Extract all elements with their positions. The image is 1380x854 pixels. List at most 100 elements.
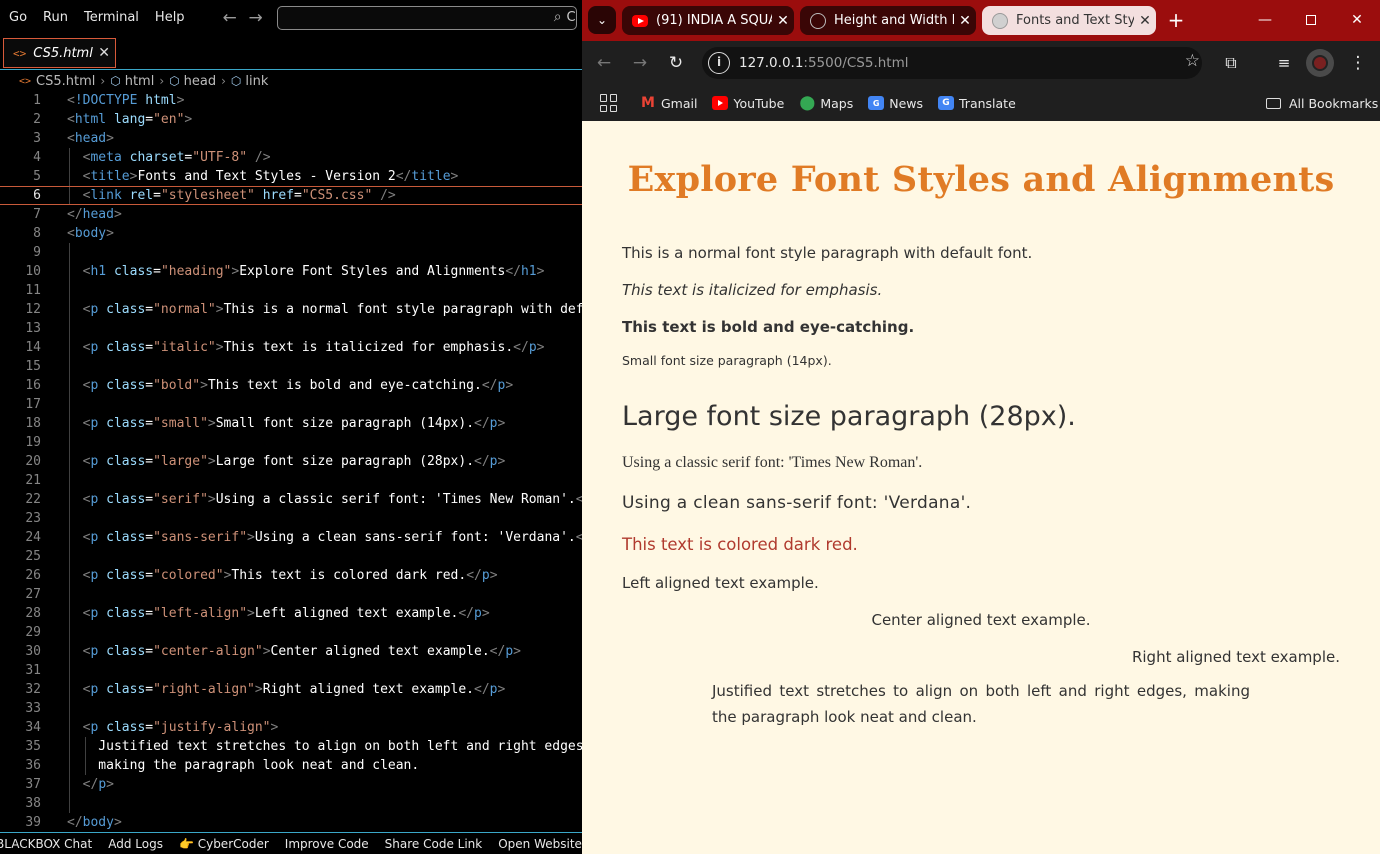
address-bar[interactable]: i 127.0.0.1:5500/CS5.html ☆ (702, 47, 1202, 79)
editor-tab-cs5-html[interactable]: <> CS5.html ✕ (3, 38, 116, 68)
paragraph-normal: This is a normal font style paragraph wi… (622, 244, 1033, 262)
code-line[interactable]: 37 </p> (0, 775, 582, 794)
html-file-icon: <> (19, 75, 32, 87)
code-line[interactable]: 12 <p class="normal">This is a normal fo… (0, 300, 582, 319)
code-line[interactable]: 17 (0, 395, 582, 414)
code-line[interactable]: 33 (0, 699, 582, 718)
bookmark-youtube[interactable]: YouTube (712, 96, 784, 111)
bookmark-news[interactable]: G News (868, 96, 923, 111)
close-tab-icon[interactable]: ✕ (954, 13, 976, 29)
code-line[interactable]: 24 <p class="sans-serif">Using a clean s… (0, 528, 582, 547)
menu-go[interactable]: Go (0, 10, 35, 25)
code-line[interactable]: 26 <p class="colored">This text is color… (0, 566, 582, 585)
status-blackbox-chat[interactable]: BLACKBOX Chat (0, 837, 100, 851)
browser-tab-height-width[interactable]: Height and Width De ✕ (800, 6, 976, 35)
tab-search-chevron-icon[interactable]: ⌄ (588, 6, 616, 34)
indent-guide (69, 319, 70, 338)
code-line[interactable]: 2 <html lang="en"> (0, 110, 582, 129)
indent-guide (69, 357, 70, 376)
code-line[interactable]: 4 <meta charset="UTF-8" /> (0, 148, 582, 167)
browser-tab-fonts-text-styles[interactable]: Fonts and Text Styles ✕ (982, 6, 1156, 35)
code-line[interactable]: 29 (0, 623, 582, 642)
back-arrow-icon[interactable]: ← (592, 51, 616, 75)
status-improve-code[interactable]: Improve Code (277, 837, 377, 851)
line-number: 1 (33, 93, 41, 108)
code-area[interactable]: 1 <!DOCTYPE html> 2 <html lang="en"> 3 <head>… (0, 91, 582, 832)
code-line[interactable]: 10 <h1 class="heading">Explore Font Styl… (0, 262, 582, 281)
code-line[interactable]: 8 <body> (0, 224, 582, 243)
close-tab-icon[interactable]: ✕ (98, 45, 110, 61)
close-tab-icon[interactable]: ✕ (772, 13, 794, 29)
code-line[interactable]: 6 <link rel="stylesheet" href="CS5.css" … (0, 186, 582, 205)
bookmark-gmail[interactable]: M Gmail (640, 95, 697, 111)
code-line[interactable]: 3 <head> (0, 129, 582, 148)
breadcrumb-item-html[interactable]: ⬡ html (110, 74, 154, 89)
close-tab-icon[interactable]: ✕ (1134, 13, 1156, 29)
code-line[interactable]: 30 <p class="center-align">Center aligne… (0, 642, 582, 661)
menu-terminal[interactable]: Terminal (76, 10, 147, 25)
code-line[interactable]: 21 (0, 471, 582, 490)
status-add-logs[interactable]: Add Logs (100, 837, 171, 851)
code-text: <p class="large">Large font size paragra… (82, 454, 506, 469)
code-line[interactable]: 15 (0, 357, 582, 376)
code-line[interactable]: 14 <p class="italic">This text is italic… (0, 338, 582, 357)
line-number: 32 (25, 682, 41, 697)
code-line[interactable]: 32 <p class="right-align">Right aligned … (0, 680, 582, 699)
code-line[interactable]: 25 (0, 547, 582, 566)
bookmark-star-icon[interactable]: ☆ (1185, 51, 1200, 71)
command-center-search[interactable]: ⌕ C (276, 5, 577, 30)
reload-icon[interactable]: ↻ (664, 51, 688, 75)
code-text: <body> (67, 226, 114, 241)
code-line[interactable]: 11 (0, 281, 582, 300)
code-line[interactable]: 5 <title>Fonts and Text Styles - Version… (0, 167, 582, 186)
browser-tab-youtube[interactable]: (91) INDIA A SQUAD ✕ (622, 6, 794, 35)
profile-avatar[interactable] (1306, 49, 1334, 77)
code-line[interactable]: 13 (0, 319, 582, 338)
bookmark-maps[interactable]: ⬤ Maps (799, 95, 853, 111)
code-line[interactable]: 23 (0, 509, 582, 528)
code-line[interactable]: 9 (0, 243, 582, 262)
code-line[interactable]: 39 </body> (0, 813, 582, 832)
code-line[interactable]: 28 <p class="left-align">Left aligned te… (0, 604, 582, 623)
code-text: <p class="justify-align"> (82, 720, 279, 735)
code-line[interactable]: 7 </head> (0, 205, 582, 224)
code-line[interactable]: 31 (0, 661, 582, 680)
close-window-icon[interactable]: ✕ (1334, 0, 1380, 41)
apps-grid-icon[interactable] (600, 94, 618, 112)
all-bookmarks[interactable]: All Bookmarks (1266, 85, 1378, 121)
bookmark-translate[interactable]: G Translate (938, 96, 1016, 111)
kebab-menu-icon[interactable]: ⋮ (1346, 51, 1370, 75)
minimize-icon[interactable]: — (1242, 0, 1288, 41)
status-cybercoder[interactable]: 👉 CyberCoder (171, 837, 277, 851)
code-text: <p class="normal">This is a normal font … (82, 302, 582, 317)
code-line[interactable]: 34 <p class="justify-align"> (0, 718, 582, 737)
code-line[interactable]: 16 <p class="bold">This text is bold and… (0, 376, 582, 395)
code-line[interactable]: 38 (0, 794, 582, 813)
code-line[interactable]: 36 making the paragraph look neat and cl… (0, 756, 582, 775)
avatar-icon (1312, 55, 1328, 71)
status-open-website[interactable]: Open Website (490, 837, 582, 851)
site-info-icon[interactable]: i (708, 52, 730, 74)
code-line[interactable]: 1 <!DOCTYPE html> (0, 91, 582, 110)
code-line[interactable]: 18 <p class="small">Small font size para… (0, 414, 582, 433)
nav-forward-arrow-icon[interactable]: → (243, 8, 269, 28)
maximize-icon[interactable] (1288, 0, 1334, 41)
line-number: 15 (25, 359, 41, 374)
code-line[interactable]: 35 Justified text stretches to align on … (0, 737, 582, 756)
breadcrumb-item-link[interactable]: ⬡ link (231, 74, 268, 89)
status-share-code-link[interactable]: Share Code Link (377, 837, 491, 851)
forward-arrow-icon[interactable]: → (628, 51, 652, 75)
code-line[interactable]: 20 <p class="large">Large font size para… (0, 452, 582, 471)
code-line[interactable]: 27 (0, 585, 582, 604)
media-controls-icon[interactable]: ≡ (1272, 51, 1296, 75)
extensions-puzzle-icon[interactable]: ⧉ (1219, 51, 1243, 75)
code-line[interactable]: 19 (0, 433, 582, 452)
menu-run[interactable]: Run (35, 10, 76, 25)
menu-help[interactable]: Help (147, 10, 193, 25)
breadcrumb-item-head[interactable]: ⬡ head (169, 74, 216, 89)
line-number: 9 (33, 245, 41, 260)
new-tab-plus-icon[interactable]: + (1164, 8, 1188, 32)
code-line[interactable]: 22 <p class="serif">Using a classic seri… (0, 490, 582, 509)
breadcrumb-item-file[interactable]: <> CS5.html (19, 74, 95, 89)
nav-back-arrow-icon[interactable]: ← (217, 8, 243, 28)
